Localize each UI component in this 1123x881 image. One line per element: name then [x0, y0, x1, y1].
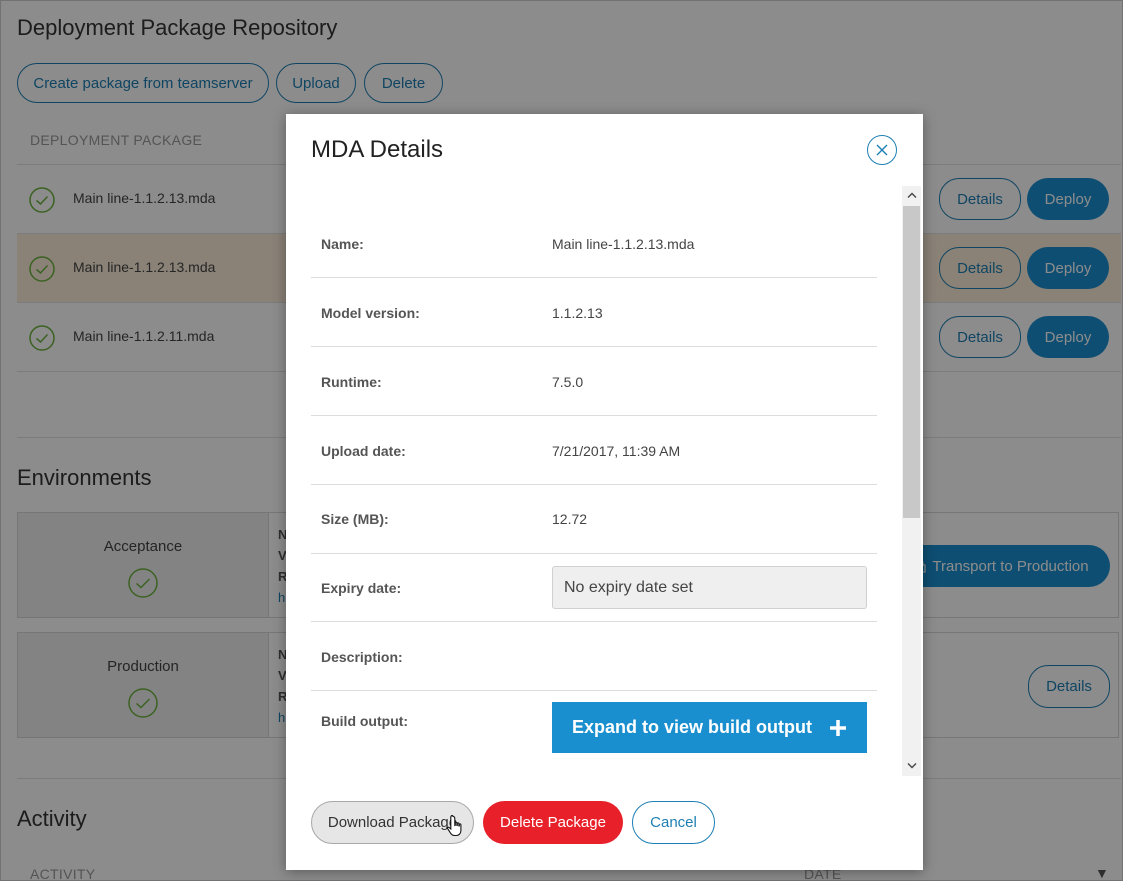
scroll-down-arrow-icon[interactable] — [902, 757, 921, 775]
detail-value: 7/21/2017, 11:39 AM — [552, 443, 681, 459]
detail-row-name: Name: Main line-1.1.2.13.mda — [311, 209, 877, 278]
detail-row-expiry-date: Expiry date: No expiry date set — [311, 553, 877, 622]
cancel-button[interactable]: Cancel — [632, 801, 715, 844]
detail-label: Name: — [321, 236, 364, 252]
detail-label: Build output: — [321, 713, 409, 729]
mda-details-dialog: MDA Details Name: Main line-1.1.2.13.mda… — [286, 114, 923, 870]
scrollbar-thumb[interactable] — [903, 206, 920, 518]
detail-label: Runtime: — [321, 374, 382, 390]
plus-icon — [830, 719, 846, 736]
expand-label: Expand to view build output — [572, 717, 812, 737]
close-icon — [876, 144, 888, 156]
dialog-title: MDA Details — [311, 136, 444, 163]
detail-value: 1.1.2.13 — [552, 305, 603, 321]
scroll-up-arrow-icon[interactable] — [902, 186, 921, 204]
detail-row-model-version: Model version: 1.1.2.13 — [311, 278, 877, 347]
details-list: Name: Main line-1.1.2.13.mda Model versi… — [311, 186, 877, 771]
detail-label: Model version: — [321, 305, 420, 321]
detail-value: Main line-1.1.2.13.mda — [552, 236, 695, 252]
detail-label: Description: — [321, 649, 403, 665]
detail-label: Upload date: — [321, 443, 406, 459]
scrollbar[interactable] — [902, 186, 921, 776]
detail-value: 12.72 — [552, 511, 588, 527]
delete-package-button[interactable]: Delete Package — [483, 801, 623, 844]
detail-label: Expiry date: — [321, 580, 402, 596]
expiry-date-field[interactable]: No expiry date set — [552, 566, 867, 609]
close-button[interactable] — [867, 135, 897, 165]
detail-row-description: Description: — [311, 622, 877, 691]
detail-label: Size (MB): — [321, 511, 389, 527]
detail-row-build-output: Build output: Expand to view build outpu… — [311, 691, 877, 771]
detail-row-upload-date: Upload date: 7/21/2017, 11:39 AM — [311, 416, 877, 485]
detail-row-size: Size (MB): 12.72 — [311, 485, 877, 554]
detail-value: 7.5.0 — [552, 374, 584, 390]
detail-row-runtime: Runtime: 7.5.0 — [311, 347, 877, 416]
hand-cursor-icon — [447, 815, 462, 837]
expand-build-output-button[interactable]: Expand to view build output — [552, 702, 867, 753]
